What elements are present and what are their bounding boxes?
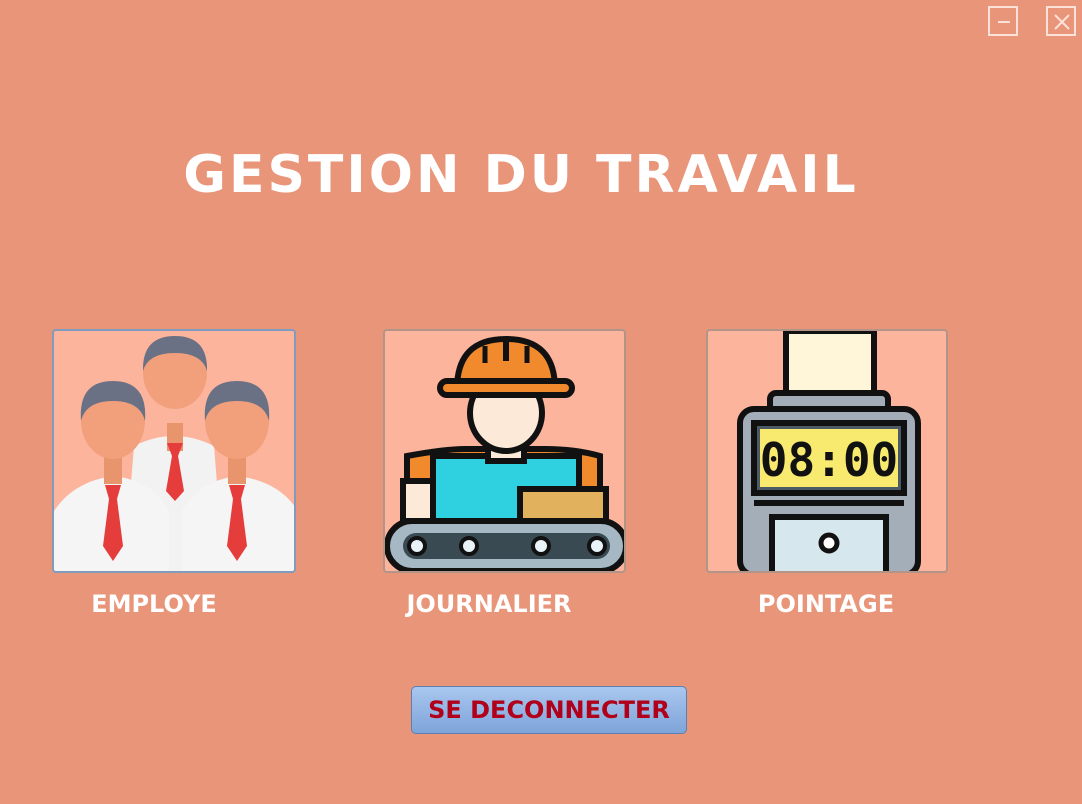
logout-button[interactable]: SE DECONNECTER [411, 686, 687, 734]
employees-group-icon [54, 336, 294, 571]
page-title: GESTION DU TRAVAIL [183, 145, 859, 205]
pointage-label: POINTAGE [757, 590, 895, 618]
close-button[interactable] [1046, 6, 1076, 36]
worker-conveyor-icon [385, 335, 624, 571]
minimize-button[interactable] [988, 6, 1018, 36]
minimize-icon [998, 21, 1010, 23]
close-icon [1054, 14, 1070, 30]
pointage-button[interactable]: 08:00 [706, 329, 948, 573]
journalier-button[interactable] [383, 329, 626, 573]
time-clock-icon: 08:00 [737, 331, 921, 571]
journalier-label: JOURNALIER [406, 590, 572, 618]
clock-display: 08:00 [760, 433, 898, 487]
employe-label: EMPLOYE [91, 590, 217, 618]
employe-button[interactable] [52, 329, 296, 573]
